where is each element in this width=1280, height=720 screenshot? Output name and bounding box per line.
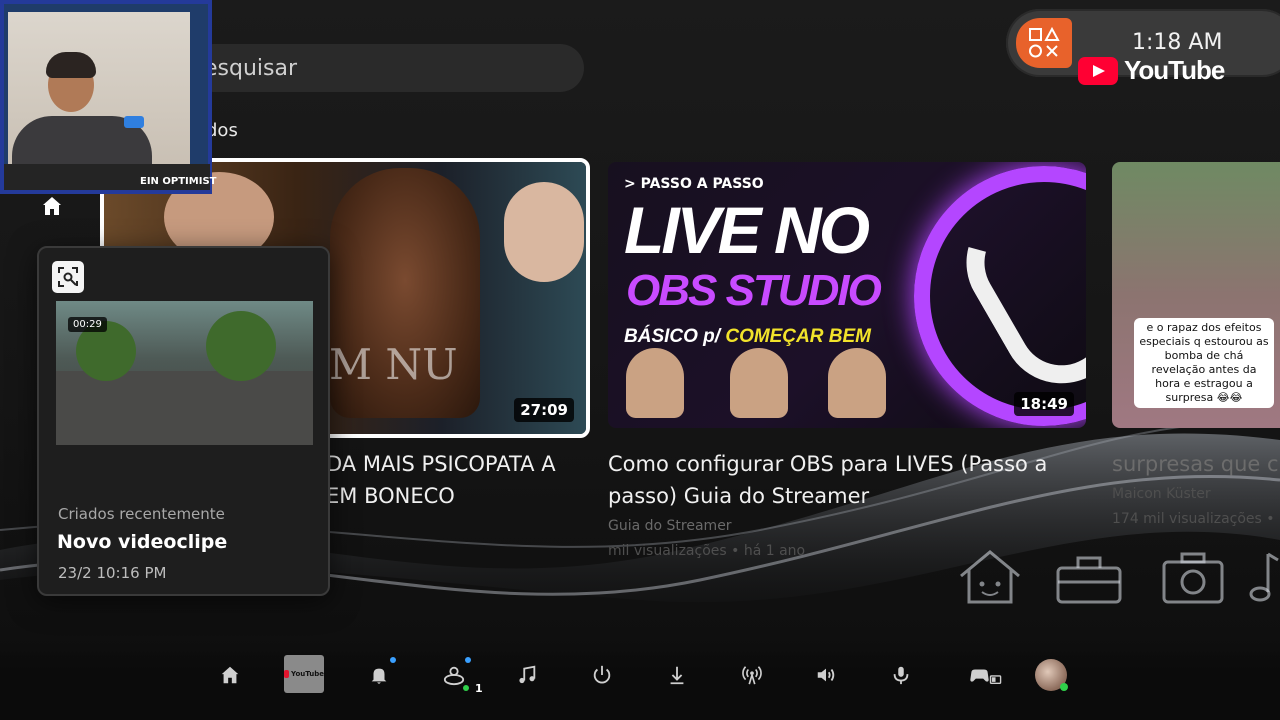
webcam-feed — [8, 12, 190, 164]
cc-music-button[interactable] — [511, 659, 543, 691]
capture-date: 23/2 10:16 PM — [58, 564, 167, 582]
video-card-3[interactable]: e o rapaz dos efeitos especiais q estour… — [1112, 162, 1280, 428]
thumbnail-tag-text: PASSO A PASSO — [640, 176, 764, 192]
search-placeholder: esquisar — [204, 55, 298, 81]
mic-icon — [893, 666, 909, 685]
thumbnail-face — [828, 348, 886, 418]
search-bar[interactable]: esquisar — [190, 44, 584, 92]
phone-icon — [124, 116, 144, 128]
thumbnail-figure — [504, 182, 584, 282]
music-icon — [519, 665, 536, 684]
cc-sound-button[interactable] — [810, 659, 842, 691]
music-note-icon — [1249, 552, 1279, 602]
video-title-1[interactable]: DA MAIS PSICOPATA A EM BONECO — [326, 448, 586, 512]
cc-downloads-button[interactable] — [661, 659, 693, 691]
video-channel-3: Maicon Küster — [1112, 486, 1211, 502]
capture-subtitle: Criados recentemente — [58, 505, 225, 523]
cc-home-button[interactable] — [214, 659, 246, 691]
home-icon — [221, 666, 239, 684]
cc-notifications-button[interactable] — [363, 659, 395, 691]
video-title-3[interactable]: surpresas que c — [1112, 448, 1280, 480]
control-center-bar — [0, 640, 1280, 720]
video-stats-2: mil visualizações • há 1 ano — [608, 543, 806, 559]
thumbnail-face — [626, 348, 684, 418]
thumbnail-tag: > PASSO A PASSO — [624, 176, 764, 192]
thumbnail-subline-a: BÁSICO p/ — [624, 326, 726, 347]
video-channel-2: Guia do Streamer — [608, 518, 732, 534]
volume-icon — [817, 668, 835, 682]
thumbnail-subline-b: COMEÇAR BEM — [725, 326, 872, 347]
youtube-mini-icon — [284, 670, 290, 678]
capture-title: Novo videoclipe — [57, 531, 228, 553]
download-icon — [670, 666, 684, 685]
thumbnail-tree — [206, 311, 276, 381]
youtube-logo: YouTube — [1078, 55, 1225, 86]
webcam-overlay — [0, 0, 212, 194]
thumbnail-caption: e o rapaz dos efeitos especiais q estour… — [1134, 318, 1274, 408]
notification-dot — [390, 657, 396, 663]
webcam-label: EIN OPTIMIST — [140, 176, 217, 187]
clip-duration: 00:29 — [68, 317, 107, 332]
webcam-person-hair — [46, 52, 96, 78]
capture-badge — [52, 261, 84, 293]
cc-youtube-label: YouTube — [291, 670, 324, 678]
thumbnail-headline-2: OBS STUDIO — [626, 266, 882, 315]
broadcast-icon — [742, 666, 762, 685]
cc-youtube-tile[interactable]: YouTube — [284, 655, 324, 693]
cc-accessories-button[interactable] — [960, 659, 1010, 691]
party-notification-dot — [465, 657, 471, 663]
thumbnail-text: M NU — [329, 340, 458, 389]
thumbnail-street — [56, 371, 313, 445]
playstation-symbols-icon[interactable] — [1016, 18, 1072, 68]
thumbnail-face — [730, 348, 788, 418]
cc-broadcast-button[interactable] — [736, 659, 768, 691]
online-dot — [463, 685, 469, 691]
video-title-2[interactable]: Como configurar OBS para LIVES (Passo a … — [608, 448, 1078, 512]
capture-notification[interactable]: 00:29 Criados recentemente Novo videocli… — [37, 246, 330, 596]
cc-mic-button[interactable] — [885, 659, 917, 691]
ps-shapes-icon — [1029, 26, 1060, 58]
toolbox-icon — [1056, 556, 1122, 604]
video-duration: 27:09 — [514, 398, 574, 422]
screen-capture-icon — [58, 267, 78, 287]
thumbnail-subline: BÁSICO p/ COMEÇAR BEM — [624, 326, 871, 348]
controller-icon — [970, 669, 1002, 684]
youtube-wordmark: YouTube — [1124, 55, 1225, 85]
thumbnail-headline: LIVE NO — [624, 193, 870, 267]
cc-power-button[interactable] — [586, 659, 618, 691]
home-icon[interactable] — [40, 194, 64, 218]
bell-icon — [371, 668, 387, 684]
video-duration: 18:49 — [1014, 392, 1074, 416]
video-stats-3: 174 mil visualizações • — [1112, 511, 1275, 527]
party-count: 1 — [475, 682, 483, 695]
video-card-2[interactable]: > PASSO A PASSO LIVE NO OBS STUDIO BÁSIC… — [608, 162, 1086, 428]
party-icon — [443, 666, 465, 686]
house-icon — [960, 550, 1020, 604]
online-status-dot — [1060, 683, 1068, 691]
camera-icon — [1162, 552, 1224, 604]
clock: 1:18 AM — [1132, 30, 1223, 55]
clip-thumbnail[interactable]: 00:29 — [56, 301, 313, 445]
youtube-play-icon — [1078, 56, 1118, 85]
power-icon — [593, 665, 611, 684]
